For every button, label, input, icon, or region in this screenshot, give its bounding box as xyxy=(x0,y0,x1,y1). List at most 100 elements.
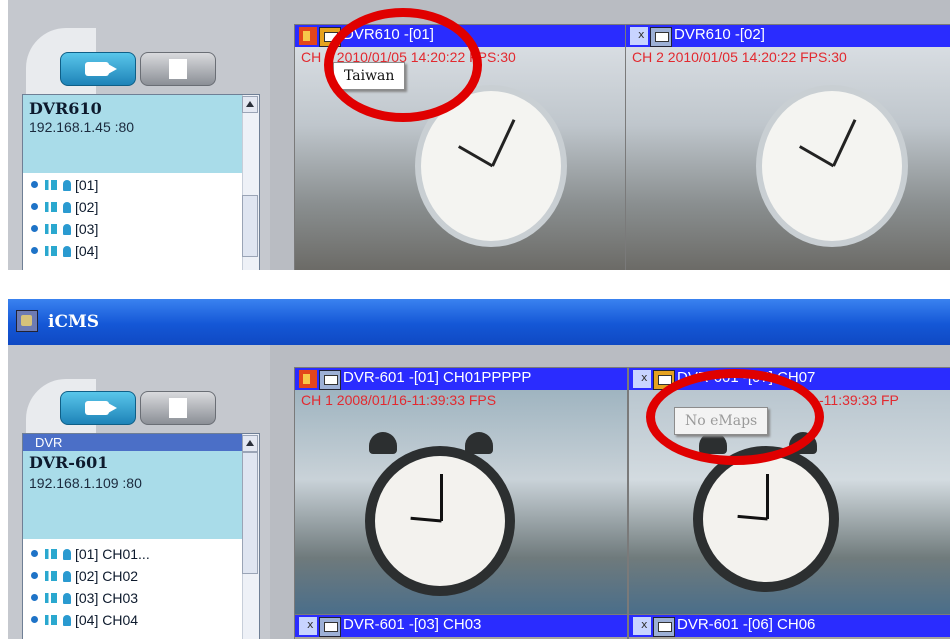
motion-icon xyxy=(45,549,57,559)
alarm-icon xyxy=(63,571,71,582)
motion-icon xyxy=(45,180,57,190)
motion-icon xyxy=(45,202,57,212)
video-tile[interactable]: DVR-601 -[06] CH06 xyxy=(628,614,950,639)
device-tree: DVR610 192.168.1.45 :80 [01] [02] [03] [… xyxy=(22,94,260,270)
highlight-circle xyxy=(646,369,824,465)
motion-icon xyxy=(45,615,57,625)
device-name: DVR610 xyxy=(29,99,102,118)
channel-item[interactable]: [04] CH04 xyxy=(31,612,138,632)
channel-item[interactable]: [02] xyxy=(31,199,98,219)
alarm-clock-image xyxy=(693,446,839,592)
tile-title-bar: DVR-601 -[03] CH03 xyxy=(295,615,627,637)
alarm-icon xyxy=(63,593,71,604)
status-dot-icon xyxy=(31,572,38,579)
channel-label: [03] CH03 xyxy=(75,590,139,606)
speaker-icon[interactable] xyxy=(299,370,317,388)
device-tree-scrollbar[interactable] xyxy=(242,434,259,639)
device-group-label[interactable]: DVR xyxy=(23,434,255,451)
speaker-icon[interactable] xyxy=(299,27,317,45)
speaker-muted-icon[interactable] xyxy=(633,370,651,388)
emap-icon[interactable] xyxy=(319,370,341,390)
channel-label: [02] xyxy=(75,199,99,215)
view-toggle-bar xyxy=(60,391,220,425)
app-icon xyxy=(16,310,38,332)
status-dot-icon xyxy=(31,247,38,254)
emap-icon[interactable] xyxy=(650,27,672,47)
channel-item[interactable]: [04] xyxy=(31,243,98,263)
scroll-up-button[interactable] xyxy=(242,435,258,452)
alarm-icon xyxy=(63,549,71,560)
osd-text: -11:39:33 FP xyxy=(819,392,899,408)
user-icon xyxy=(169,398,187,418)
user-icon xyxy=(169,59,187,79)
window-title-bar[interactable]: iCMS xyxy=(8,299,950,345)
channel-item[interactable]: [03] xyxy=(31,221,98,241)
bottom-screenshot-panel: iCMS DVR DVR-601 192.168.1.109 :80 [01] … xyxy=(8,299,950,639)
scroll-thumb[interactable] xyxy=(242,195,258,257)
tile-title-bar: DVR-601 -[01] CH01PPPPP xyxy=(295,368,627,390)
channel-item[interactable]: [03] CH03 xyxy=(31,590,138,610)
motion-icon xyxy=(45,571,57,581)
channel-label: [01] xyxy=(75,177,99,193)
channel-item[interactable]: [01] CH01... xyxy=(31,546,150,566)
motion-icon xyxy=(45,224,57,234)
status-dot-icon xyxy=(31,594,38,601)
device-ip: 192.168.1.45 :80 xyxy=(29,119,135,135)
camera-icon xyxy=(85,401,117,415)
video-tile[interactable]: DVR-601 -[01] CH01PPPPP CH 1 2008/01/16-… xyxy=(294,367,628,615)
status-dot-icon xyxy=(31,203,38,210)
device-tree-scrollbar[interactable] xyxy=(242,95,259,270)
tile-label: DVR-601 -[01] CH01PPPPP xyxy=(343,369,532,386)
scroll-thumb[interactable] xyxy=(242,452,258,574)
alarm-icon xyxy=(63,202,71,213)
alarm-icon xyxy=(63,180,71,191)
channel-label: [01] CH01... xyxy=(75,546,150,562)
device-header[interactable]: DVR-601 192.168.1.109 :80 xyxy=(23,451,243,539)
video-tile[interactable]: DVR610 -[02] CH 2 2010/01/05 14:20:22 FP… xyxy=(625,24,950,270)
channel-label: [04] CH04 xyxy=(75,612,139,628)
user-view-button[interactable] xyxy=(140,391,216,425)
image-gap xyxy=(0,270,950,299)
speaker-muted-icon[interactable] xyxy=(630,27,648,45)
highlight-circle xyxy=(324,8,482,122)
device-header[interactable]: DVR610 192.168.1.45 :80 xyxy=(23,95,243,173)
status-dot-icon xyxy=(31,181,38,188)
channel-label: [04] xyxy=(75,243,99,259)
status-dot-icon xyxy=(31,616,38,623)
alarm-icon xyxy=(63,615,71,626)
clock-image xyxy=(756,85,908,247)
tile-label: DVR-601 -[03] CH03 xyxy=(343,616,482,633)
user-view-button[interactable] xyxy=(140,52,216,86)
alarm-icon xyxy=(63,246,71,257)
speaker-muted-icon[interactable] xyxy=(299,617,317,635)
channel-label: [02] CH02 xyxy=(75,568,139,584)
emap-icon[interactable] xyxy=(653,617,675,637)
device-ip: 192.168.1.109 :80 xyxy=(29,475,142,491)
camera-icon xyxy=(85,62,117,76)
tile-label: DVR-601 -[06] CH06 xyxy=(677,616,816,633)
channel-item[interactable]: [01] xyxy=(31,177,98,197)
speaker-muted-icon[interactable] xyxy=(633,617,651,635)
tile-label: DVR610 -[02] xyxy=(674,26,765,43)
camera-view-button[interactable] xyxy=(60,52,136,86)
tile-title-bar: DVR610 -[02] xyxy=(626,25,950,47)
window-title: iCMS xyxy=(48,312,100,332)
channel-item[interactable]: [02] CH02 xyxy=(31,568,138,588)
alarm-clock-image xyxy=(365,446,515,596)
status-dot-icon xyxy=(31,550,38,557)
motion-icon xyxy=(45,593,57,603)
camera-view-button[interactable] xyxy=(60,391,136,425)
video-tile[interactable]: DVR-601 -[03] CH03 xyxy=(294,614,628,639)
top-screenshot-panel: DVR610 192.168.1.45 :80 [01] [02] [03] [… xyxy=(8,0,950,270)
osd-text: CH 2 2010/01/05 14:20:22 FPS:30 xyxy=(632,49,847,65)
channel-label: [03] xyxy=(75,221,99,237)
scroll-up-button[interactable] xyxy=(242,96,258,113)
status-dot-icon xyxy=(31,225,38,232)
emap-icon[interactable] xyxy=(319,617,341,637)
alarm-icon xyxy=(63,224,71,235)
view-toggle-bar xyxy=(60,52,220,86)
motion-icon xyxy=(45,246,57,256)
device-name: DVR-601 xyxy=(29,453,109,472)
tile-title-bar: DVR-601 -[06] CH06 xyxy=(629,615,950,637)
alarm-bell-image xyxy=(369,432,397,454)
